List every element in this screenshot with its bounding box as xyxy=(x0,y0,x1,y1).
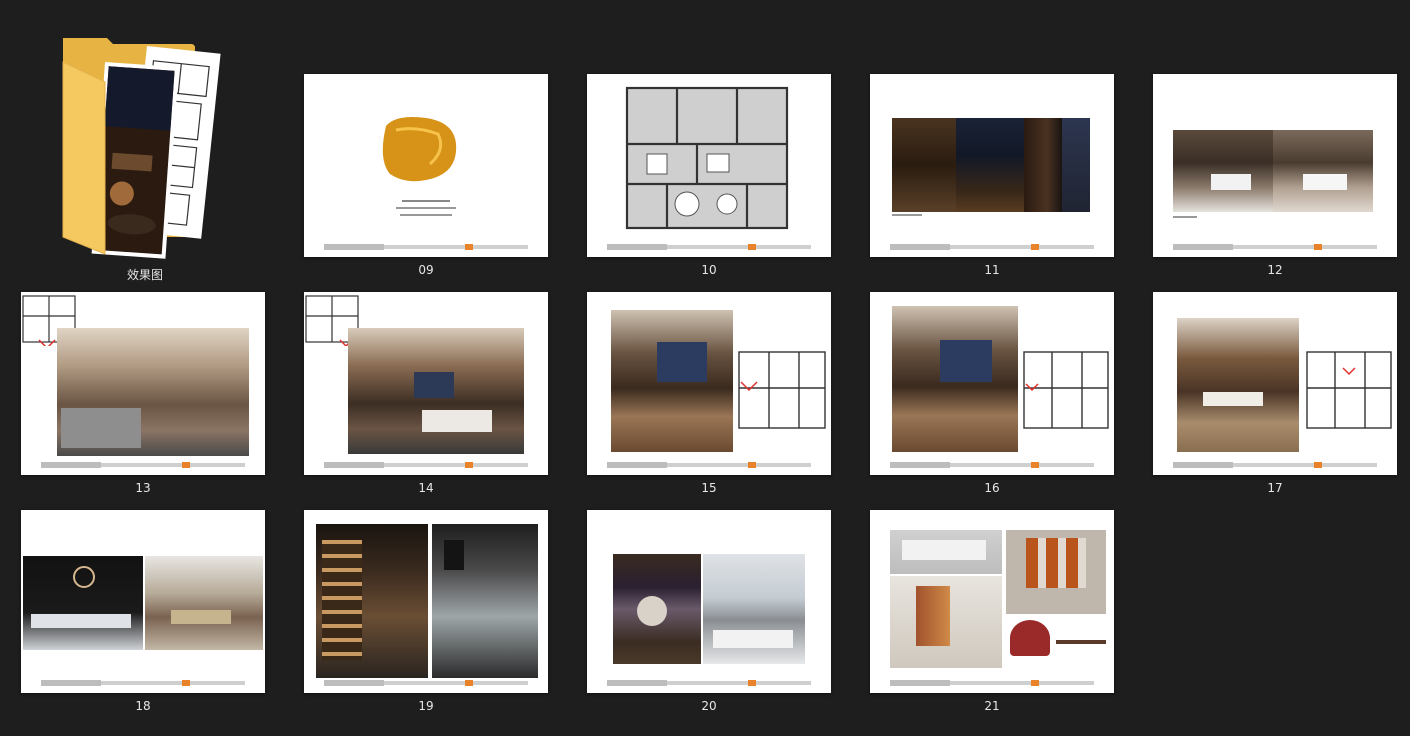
thumbnail-item[interactable]: 20 xyxy=(587,510,831,720)
thumbnail-label: 10 xyxy=(701,263,717,277)
thumbnail-image xyxy=(587,292,831,475)
thumbnail-image xyxy=(587,510,831,693)
thumbnail-image xyxy=(21,292,265,475)
folder-item[interactable]: 效果图 xyxy=(55,32,235,282)
thumbnail-image xyxy=(870,510,1114,693)
thumbnail-label: 20 xyxy=(701,699,717,713)
thumbnail-item[interactable]: 17 xyxy=(1153,292,1397,502)
thumbnail-label: 09 xyxy=(418,263,434,277)
thumbnail-item[interactable]: 15 xyxy=(587,292,831,502)
thumbnail-label: 13 xyxy=(135,481,151,495)
thumbnail-label: 18 xyxy=(135,699,151,713)
thumbnail-item[interactable]: 16 xyxy=(870,292,1114,502)
thumbnail-item[interactable]: 11 xyxy=(870,74,1114,284)
thumbnail-image xyxy=(304,74,548,257)
file-browser-grid: 效果图 09 10 11 12 13 14 15 16 17 18 19 20 … xyxy=(0,0,1410,736)
thumbnail-item[interactable]: 09 xyxy=(304,74,548,284)
thumbnail-label: 14 xyxy=(418,481,434,495)
folder-label: 效果图 xyxy=(126,268,163,282)
thumbnail-image xyxy=(21,510,265,693)
thumbnail-item[interactable]: 13 xyxy=(21,292,265,502)
thumbnail-image xyxy=(870,74,1114,257)
thumbnail-image xyxy=(1153,74,1397,257)
thumbnail-image xyxy=(587,74,831,257)
thumbnail-label: 15 xyxy=(701,481,717,495)
thumbnail-image xyxy=(870,292,1114,475)
thumbnail-item[interactable]: 18 xyxy=(21,510,265,720)
thumbnail-label: 19 xyxy=(418,699,434,713)
thumbnail-item[interactable]: 10 xyxy=(587,74,831,284)
thumbnail-image xyxy=(304,510,548,693)
thumbnail-item[interactable]: 21 xyxy=(870,510,1114,720)
thumbnail-label: 16 xyxy=(984,481,1000,495)
thumbnail-item[interactable]: 14 xyxy=(304,292,548,502)
thumbnail-item[interactable]: 19 xyxy=(304,510,548,720)
thumbnail-image xyxy=(304,292,548,475)
thumbnail-label: 11 xyxy=(984,263,1000,277)
thumbnail-label: 17 xyxy=(1267,481,1283,495)
thumbnail-item[interactable]: 12 xyxy=(1153,74,1397,284)
folder-icon xyxy=(62,38,221,259)
thumbnail-image xyxy=(1153,292,1397,475)
thumbnail-label: 12 xyxy=(1267,263,1283,277)
thumbnail-label: 21 xyxy=(984,699,1000,713)
